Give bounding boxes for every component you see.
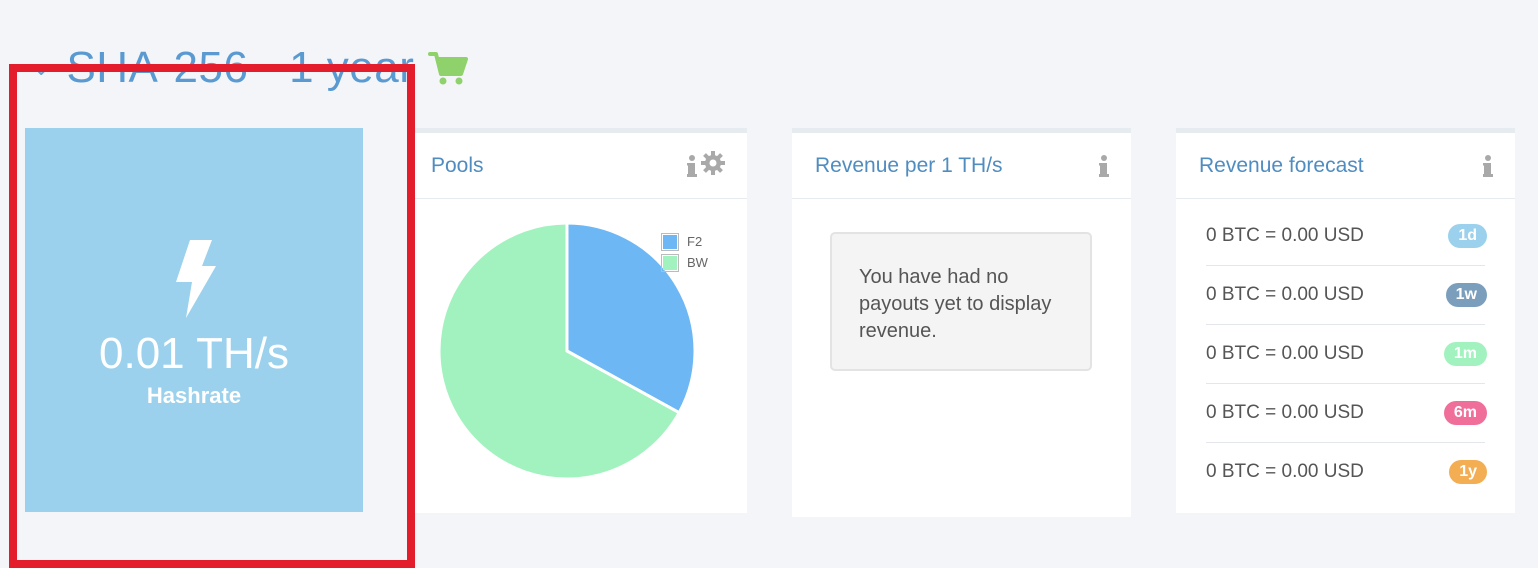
forecast-panel-header: Revenue forecast	[1176, 133, 1515, 199]
hashrate-value: 0.01 TH/s	[99, 329, 289, 378]
period-badge: 1w	[1445, 283, 1487, 307]
pools-panel-title: Pools	[431, 153, 484, 177]
no-payouts-message: You have had no payouts yet to display r…	[830, 232, 1092, 371]
forecast-value: 0 BTC = 0.00 USD	[1206, 343, 1364, 364]
gear-icon[interactable]	[701, 151, 725, 180]
legend-label-bw: BW	[687, 255, 708, 270]
legend-swatch-f2	[663, 234, 677, 249]
pools-pie-chart: F2 BW	[408, 199, 747, 509]
period-badge: 6m	[1443, 401, 1487, 425]
chevron-down-icon[interactable]: ⌄	[32, 55, 50, 81]
info-icon[interactable]	[687, 154, 697, 177]
info-icon[interactable]	[1099, 154, 1109, 177]
lightning-bolt-icon	[172, 240, 216, 323]
forecast-row: 0 BTC = 0.00 USD 1d	[1206, 207, 1487, 266]
pools-panel-header: Pools	[408, 133, 747, 199]
forecast-row: 0 BTC = 0.00 USD 1m	[1206, 325, 1487, 384]
revenue-panel-title: Revenue per 1 TH/s	[815, 153, 1003, 177]
pie-legend: F2 BW	[661, 231, 708, 273]
info-icon[interactable]	[1483, 154, 1493, 177]
page-heading: ⌄ SHA-256 - 1 year	[32, 38, 469, 98]
shopping-cart-icon[interactable]	[428, 50, 469, 86]
forecast-value: 0 BTC = 0.00 USD	[1206, 284, 1364, 305]
hashrate-label: Hashrate	[146, 383, 242, 408]
period-badge: 1d	[1448, 224, 1487, 248]
forecast-value: 0 BTC = 0.00 USD	[1206, 402, 1364, 423]
legend-item-f2[interactable]: F2	[661, 231, 708, 252]
forecast-list: 0 BTC = 0.00 USD 1d 0 BTC = 0.00 USD 1w …	[1176, 207, 1515, 501]
revenue-panel-header: Revenue per 1 TH/s	[792, 133, 1131, 199]
period-badge: 1m	[1443, 342, 1487, 366]
revenue-panel: Revenue per 1 TH/s You have had no payou…	[792, 128, 1131, 517]
forecast-panel: Revenue forecast 0 BTC = 0.00 USD 1d 0 B…	[1176, 128, 1515, 513]
page-title: SHA-256 - 1 year	[66, 43, 415, 92]
forecast-row: 0 BTC = 0.00 USD 1y	[1206, 443, 1487, 501]
legend-swatch-bw	[663, 255, 677, 270]
forecast-panel-title: Revenue forecast	[1199, 153, 1364, 177]
forecast-value: 0 BTC = 0.00 USD	[1206, 225, 1364, 246]
hashrate-tile[interactable]: 0.01 TH/s Hashrate	[25, 128, 363, 512]
forecast-row: 0 BTC = 0.00 USD 6m	[1206, 384, 1487, 443]
legend-label-f2: F2	[687, 234, 703, 249]
forecast-value: 0 BTC = 0.00 USD	[1206, 461, 1364, 482]
period-badge: 1y	[1449, 460, 1487, 484]
legend-item-bw[interactable]: BW	[661, 252, 708, 273]
pools-panel: Pools F2 BW	[408, 128, 747, 513]
forecast-row: 0 BTC = 0.00 USD 1w	[1206, 266, 1487, 325]
